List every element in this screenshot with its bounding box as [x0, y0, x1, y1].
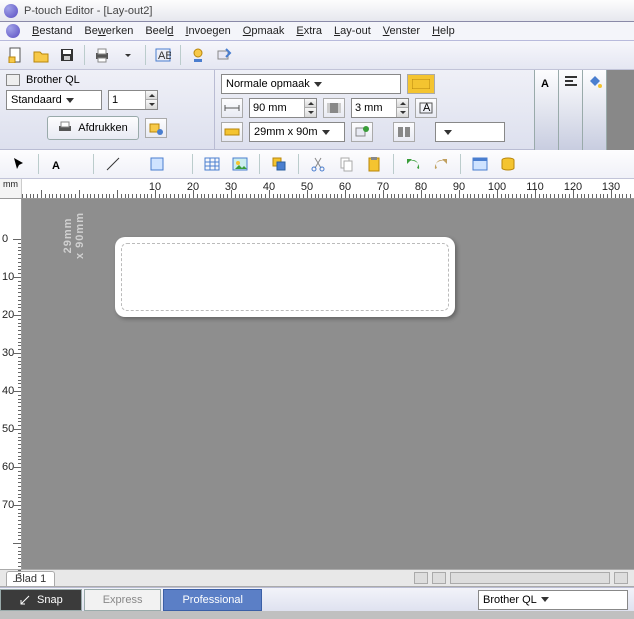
- orientation-landscape[interactable]: [407, 74, 435, 94]
- printer-select[interactable]: Brother QL: [478, 590, 628, 610]
- menu-beeld[interactable]: Beeld: [145, 25, 173, 37]
- scroll-thumb[interactable]: [450, 572, 610, 584]
- media-check-button[interactable]: [351, 122, 373, 142]
- print-panel: Brother QL Standaard Afdrukken: [0, 70, 215, 149]
- line-tool[interactable]: [102, 153, 124, 175]
- copies-input[interactable]: [109, 94, 145, 106]
- media-combo[interactable]: 29mm x 90m: [249, 122, 345, 142]
- tab-more[interactable]: [606, 70, 634, 150]
- printer-name: Brother QL: [26, 74, 80, 86]
- snap-icon: [19, 594, 31, 606]
- menu-app-icon[interactable]: [6, 24, 20, 38]
- work-area: 010203040506070 29mm x 90mm: [0, 199, 634, 569]
- text-tool[interactable]: A: [47, 153, 69, 175]
- tab-text[interactable]: A: [534, 70, 558, 150]
- redo-button[interactable]: [430, 153, 452, 175]
- shape-tool[interactable]: [146, 153, 168, 175]
- menu-opmaak[interactable]: Opmaak: [243, 25, 285, 37]
- bg-combo[interactable]: [435, 122, 505, 142]
- menubar: Bestand Bewerken Beeld Invoegen Opmaak E…: [0, 22, 634, 41]
- print-icon: [58, 121, 72, 135]
- transfer-button[interactable]: [187, 44, 209, 66]
- page-panel: Normale opmaak A 29mm x 90m A: [215, 70, 634, 149]
- database-button[interactable]: [497, 153, 519, 175]
- canvas[interactable]: 29mm x 90mm: [22, 199, 634, 569]
- width-icon: [221, 98, 243, 118]
- style-combo[interactable]: Standaard: [6, 90, 102, 110]
- new-button[interactable]: [4, 44, 26, 66]
- image-tool[interactable]: [229, 153, 251, 175]
- tab-fill[interactable]: [582, 70, 606, 150]
- paste-button[interactable]: [363, 153, 385, 175]
- titlebar: P-touch Editor - [Lay-out2]: [0, 0, 634, 22]
- margin-spinner[interactable]: [351, 98, 409, 118]
- preview-button[interactable]: [469, 153, 491, 175]
- menu-bewerken[interactable]: Bewerken: [84, 25, 133, 37]
- mode-snap[interactable]: Snap: [0, 589, 82, 611]
- window-title: P-touch Editor - [Lay-out2]: [24, 5, 152, 17]
- property-panels: Brother QL Standaard Afdrukken Normale o…: [0, 70, 634, 150]
- menu-venster[interactable]: Venster: [383, 25, 420, 37]
- undo-button[interactable]: [402, 153, 424, 175]
- width-input[interactable]: [250, 102, 304, 114]
- app-icon: [4, 4, 18, 18]
- spin-up[interactable]: [145, 91, 157, 100]
- arrange-tool[interactable]: [268, 153, 290, 175]
- tab-align[interactable]: [558, 70, 582, 150]
- sheet-tab[interactable]: Blad 1: [6, 571, 55, 586]
- menu-layout[interactable]: Lay-out: [334, 25, 371, 37]
- copies-spinner[interactable]: [108, 90, 158, 110]
- mode-bar: Snap Express Professional Brother QL: [0, 587, 634, 611]
- scroll-right[interactable]: [614, 572, 628, 584]
- mode-express[interactable]: Express: [84, 589, 162, 611]
- margin-icon: [323, 98, 345, 118]
- split-button[interactable]: [393, 122, 415, 142]
- label-dimensions: 29mm x 90mm: [62, 212, 86, 259]
- text-frame-button[interactable]: ABC: [152, 44, 174, 66]
- scroll-first[interactable]: [414, 572, 428, 584]
- menu-invoegen[interactable]: Invoegen: [185, 25, 230, 37]
- line-tool-dd[interactable]: [130, 153, 140, 175]
- table-tool[interactable]: [201, 153, 223, 175]
- print-button[interactable]: [91, 44, 113, 66]
- mode-professional[interactable]: Professional: [163, 589, 262, 611]
- side-tabs: A: [534, 70, 634, 150]
- label-preview[interactable]: [115, 237, 455, 317]
- text-tool-dd[interactable]: [75, 153, 85, 175]
- copy-button[interactable]: [335, 153, 357, 175]
- print-dropdown[interactable]: [117, 44, 139, 66]
- print-options-button[interactable]: [145, 118, 167, 138]
- menu-extra[interactable]: Extra: [296, 25, 322, 37]
- scroll-left[interactable]: [432, 572, 446, 584]
- svg-text:A: A: [423, 102, 431, 114]
- width-spinner[interactable]: [249, 98, 317, 118]
- feed-button[interactable]: A: [415, 98, 437, 118]
- format-combo[interactable]: Normale opmaak: [221, 74, 401, 94]
- svg-text:ABC: ABC: [158, 50, 171, 62]
- printer-icon: [6, 74, 20, 86]
- spin-down[interactable]: [145, 100, 157, 109]
- main-toolbar: ABC: [0, 41, 634, 70]
- menu-bestand[interactable]: Bestand: [32, 25, 72, 37]
- menu-help[interactable]: Help: [432, 25, 455, 37]
- print-action-button[interactable]: Afdrukken: [47, 116, 139, 140]
- svg-text:A: A: [52, 160, 60, 172]
- feed-dd[interactable]: [443, 98, 453, 118]
- ruler-vertical: 010203040506070: [0, 199, 22, 569]
- tool-toolbar: A: [0, 150, 634, 179]
- svg-text:A: A: [541, 78, 549, 90]
- ruler-unit: mm: [0, 179, 22, 198]
- sheet-tab-bar: Blad 1: [0, 569, 634, 587]
- ruler-horizontal: mm 102030405060708090100110120130: [0, 179, 634, 199]
- save-button[interactable]: [56, 44, 78, 66]
- open-button[interactable]: [30, 44, 52, 66]
- wizard-button[interactable]: [213, 44, 235, 66]
- media-icon: [221, 122, 243, 142]
- cut-button[interactable]: [307, 153, 329, 175]
- margin-input[interactable]: [352, 102, 396, 114]
- pointer-tool[interactable]: [8, 153, 30, 175]
- shape-tool-dd[interactable]: [174, 153, 184, 175]
